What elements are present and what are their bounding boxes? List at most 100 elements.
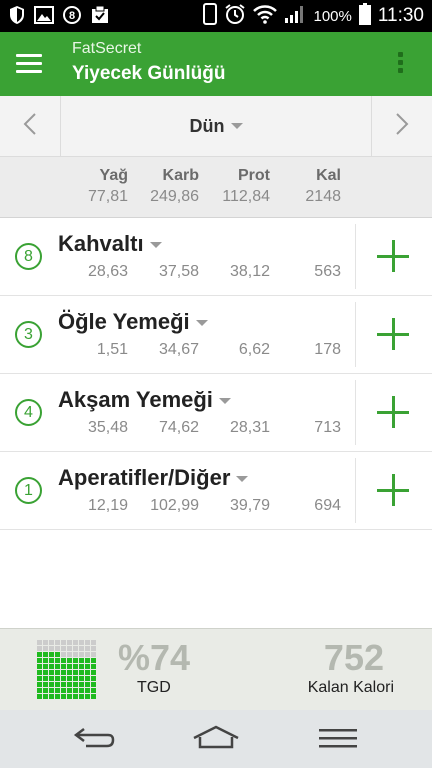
total-prot: Prot 112,84 — [190, 167, 270, 206]
rdi-grid-cell — [37, 658, 42, 663]
rdi-grid-cell — [67, 694, 72, 699]
rdi-grid-cell — [55, 652, 60, 657]
rdi-grid-cell — [37, 694, 42, 699]
previous-day-button[interactable] — [0, 96, 61, 156]
rdi-grid-cell — [55, 658, 60, 663]
date-selector[interactable]: Dün — [61, 96, 371, 156]
remaining-calories-label: Kalan Kalori — [307, 679, 394, 696]
rdi-grid-cell — [55, 640, 60, 645]
next-day-button[interactable] — [371, 96, 432, 156]
signal-icon — [284, 4, 306, 29]
rdi-grid-cell — [91, 670, 96, 675]
meal-carb: 102,99 — [150, 497, 199, 514]
home-icon — [192, 725, 240, 756]
add-food-button[interactable] — [355, 458, 432, 523]
rdi-grid-cell — [79, 694, 84, 699]
rdi-grid-cell — [67, 682, 72, 687]
rdi-grid-cell — [79, 676, 84, 681]
meal-row[interactable]: 8 Kahvaltı 28,63 37,58 38,12 563 — [0, 218, 432, 296]
add-food-button[interactable] — [355, 302, 432, 367]
meal-count-badge: 4 — [15, 399, 42, 426]
meal-count-badge: 3 — [15, 321, 42, 348]
rdi-grid-cell — [79, 646, 84, 651]
overflow-menu-icon[interactable] — [398, 52, 404, 76]
caret-down-icon — [230, 123, 243, 129]
rdi-grid-cell — [61, 682, 66, 687]
rdi-grid-cell — [67, 664, 72, 669]
rdi-grid-cell — [91, 676, 96, 681]
rdi-grid-cell — [55, 682, 60, 687]
rdi-grid-cell — [67, 676, 72, 681]
meal-name: Akşam Yemeği — [58, 387, 231, 413]
meal-prot: 28,31 — [229, 419, 270, 436]
home-button[interactable] — [186, 720, 246, 760]
back-button[interactable] — [64, 720, 124, 760]
rdi-grid-cell — [37, 676, 42, 681]
menu-lines-icon — [318, 727, 358, 754]
meal-fat: 28,63 — [87, 263, 128, 280]
rdi-label: TGD — [137, 679, 171, 696]
meal-fat: 35,48 — [87, 419, 128, 436]
add-food-button[interactable] — [355, 380, 432, 445]
rdi-grid-cell — [37, 670, 42, 675]
rdi-grid-cell — [61, 664, 66, 669]
rdi-grid-cell — [73, 646, 78, 651]
date-navigator: Dün — [0, 96, 432, 157]
rdi-grid-cell — [43, 646, 48, 651]
rdi-grid-cell — [85, 676, 90, 681]
rdi-grid-cell — [61, 670, 66, 675]
rdi-grid-cell — [67, 646, 72, 651]
rdi-grid-cell — [49, 676, 54, 681]
meal-row[interactable]: 3 Öğle Yemeği 1,51 34,67 6,62 178 — [0, 296, 432, 374]
meal-kal: 694 — [314, 497, 341, 514]
rdi-grid-cell — [67, 658, 72, 663]
rdi-grid-cell — [85, 688, 90, 693]
rdi-grid-cell — [43, 664, 48, 669]
svg-text:8: 8 — [69, 10, 75, 22]
header-kal: Kal — [316, 167, 341, 184]
rdi-grid-cell — [43, 670, 48, 675]
clock: 11:30 — [377, 5, 424, 26]
rdi-grid-cell — [61, 694, 66, 699]
rdi-grid-cell — [55, 676, 60, 681]
add-food-button[interactable] — [355, 224, 432, 289]
recent-apps-button[interactable] — [308, 720, 368, 760]
meal-row[interactable]: 4 Akşam Yemeği 35,48 74,62 28,31 713 — [0, 374, 432, 452]
meal-kal: 563 — [314, 263, 341, 280]
rdi-grid-cell — [67, 688, 72, 693]
rdi-grid-cell — [37, 688, 42, 693]
meal-count-badge: 8 — [15, 243, 42, 270]
meal-kal: 178 — [314, 341, 341, 358]
chevron-left-icon — [22, 112, 38, 141]
daily-totals: Yağ 77,81 Karb 249,86 Prot 112,84 Kal 21… — [0, 157, 432, 218]
caret-down-icon — [149, 242, 162, 249]
rdi-grid-cell — [73, 676, 78, 681]
value-carb: 249,86 — [150, 188, 199, 205]
meal-prot: 38,12 — [229, 263, 270, 280]
rdi-grid-cell — [55, 670, 60, 675]
shield-icon — [8, 5, 26, 30]
rdi-grid-cell — [37, 652, 42, 657]
rdi-grid-cell — [49, 682, 54, 687]
rdi-grid-cell — [85, 652, 90, 657]
rdi-grid-cell — [85, 658, 90, 663]
rdi-grid-cell — [73, 670, 78, 675]
meal-count-badge: 1 — [15, 477, 42, 504]
phone-outline-icon — [203, 2, 218, 30]
rdi-grid-cell — [73, 652, 78, 657]
rdi-grid-cell — [79, 682, 84, 687]
meal-row[interactable]: 1 Aperatifler/Diğer 12,19 102,99 39,79 6… — [0, 452, 432, 530]
image-icon — [34, 5, 54, 30]
chevron-right-icon — [394, 112, 410, 141]
meal-name: Aperatifler/Diğer — [58, 465, 249, 491]
caret-down-icon — [218, 398, 231, 405]
rdi-grid-cell — [43, 682, 48, 687]
meal-name: Öğle Yemeği — [58, 309, 208, 335]
value-prot: 112,84 — [222, 188, 270, 205]
rdi-grid-cell — [73, 682, 78, 687]
rdi-grid-cell — [85, 682, 90, 687]
menu-icon[interactable] — [16, 54, 42, 74]
caret-down-icon — [236, 476, 249, 483]
meal-prot: 39,79 — [229, 497, 270, 514]
rdi-grid-cell — [85, 664, 90, 669]
